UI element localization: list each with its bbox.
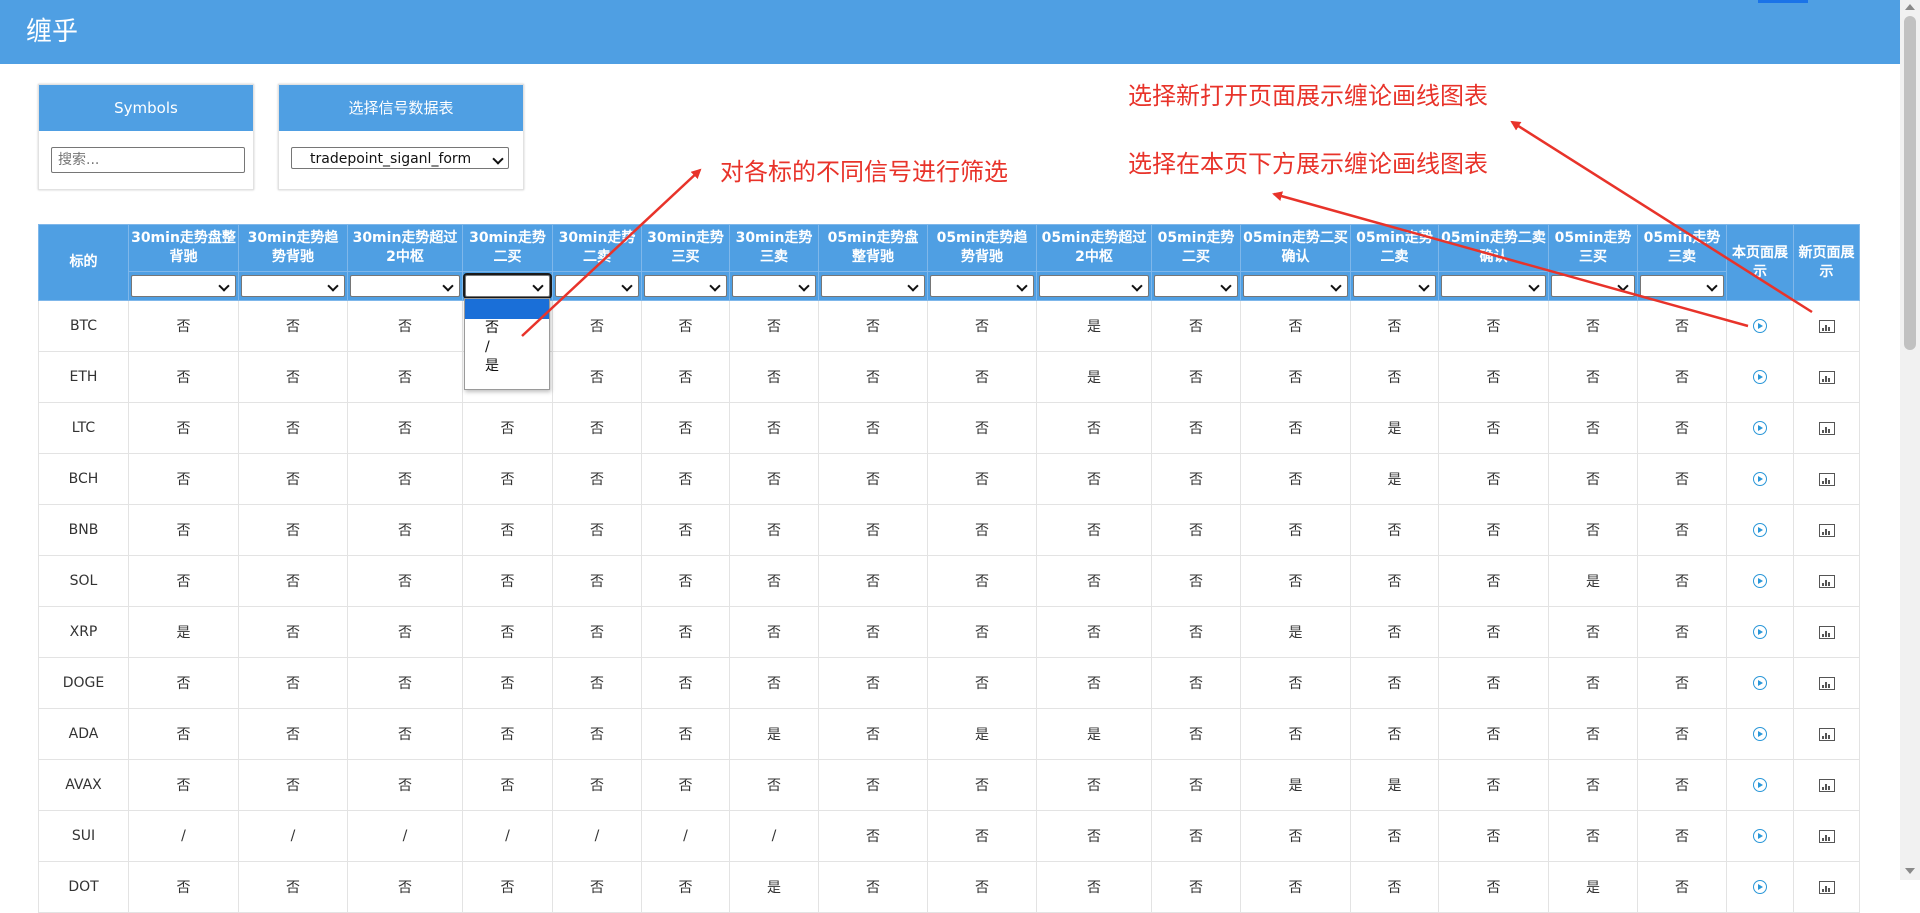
arrow-this-page — [1272, 191, 1749, 328]
chart-icon[interactable] — [1818, 880, 1835, 894]
arrow-filter — [521, 168, 702, 337]
annotation-arrows — [521, 120, 1813, 337]
play-circle-icon[interactable] — [1753, 880, 1767, 894]
arrow-new-page — [1510, 120, 1813, 314]
